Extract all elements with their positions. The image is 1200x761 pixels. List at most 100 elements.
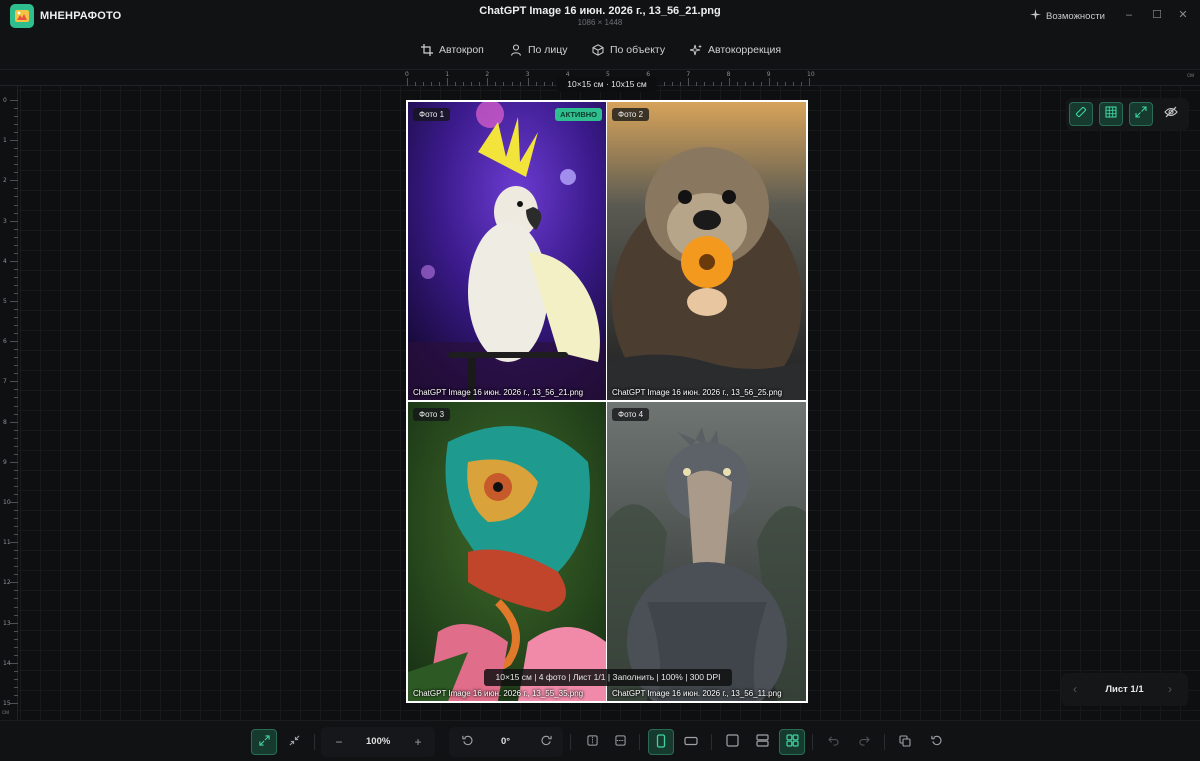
ruler-minor-tick <box>14 268 18 270</box>
redo-button[interactable] <box>851 729 877 755</box>
sparkle-icon <box>690 44 702 56</box>
features-label: Возможности <box>1046 10 1105 22</box>
zoom-level: 100% <box>366 736 391 747</box>
expand-icon <box>1135 105 1147 123</box>
ruler-tick-label: 0 <box>3 97 7 104</box>
autocorrect-button[interactable]: Автокоррекция <box>690 44 781 56</box>
ruler-minor-tick <box>14 590 18 592</box>
ruler-minor-tick <box>672 82 674 86</box>
photo-filename: ChatGPT Image 16 июн. 2026 г., 13_56_25.… <box>612 388 783 397</box>
ruler-minor-tick <box>800 82 802 86</box>
fit-toggle-button[interactable] <box>1129 102 1153 126</box>
photo-label: Фото 3 <box>413 408 451 421</box>
next-sheet-icon[interactable]: › <box>1168 682 1172 696</box>
ruler-minor-tick <box>14 405 18 407</box>
ruler-minor-tick <box>664 82 666 86</box>
ruler-minor-tick <box>519 82 521 86</box>
photo-label: Фото 1 <box>413 108 451 121</box>
rotate-right-button[interactable] <box>533 729 559 755</box>
shrink-button[interactable] <box>281 729 307 755</box>
ruler-minor-tick <box>14 534 18 536</box>
ruler-major-tick <box>809 78 810 86</box>
reset-button[interactable] <box>923 729 949 755</box>
photo-slot-2[interactable]: Фото 2 ChatGPT Image 16 июн. 2026 г., 13… <box>607 102 806 400</box>
ruler-minor-tick <box>14 276 18 278</box>
tools-bar: Автокроп По лицу По объекту Автокоррекци… <box>0 32 1200 70</box>
ruler-major-tick <box>10 381 18 383</box>
ruler-minor-tick <box>511 82 513 86</box>
ruler-tick-label: 9 <box>766 71 771 78</box>
ruler-icon <box>1075 105 1087 123</box>
ruler-minor-tick <box>14 469 18 471</box>
toolbar-divider <box>314 734 315 750</box>
photo-slot-1[interactable]: Фото 1 АКТИВНО ChatGPT Image 16 июн. 202… <box>408 102 606 400</box>
ruler-minor-tick <box>14 373 18 375</box>
ruler-minor-tick <box>704 82 706 86</box>
ruler-tick-label: 15 <box>3 700 11 707</box>
ruler-tick-label: 7 <box>3 378 7 386</box>
autocrop-label: Автокроп <box>439 44 484 56</box>
by-object-button[interactable]: По объекту <box>592 44 665 56</box>
ruler-tick-label: 2 <box>485 71 490 78</box>
ruler-major-tick <box>10 542 18 544</box>
flip-vertical-button[interactable] <box>607 729 633 755</box>
window-title: ChatGPT Image 16 июн. 2026 г., 13_56_21.… <box>479 5 721 17</box>
ruler-major-tick <box>688 78 690 86</box>
ruler-minor-tick <box>14 349 18 351</box>
ruler-tick-label: 10 <box>3 499 11 506</box>
ruler-tick-label: 1 <box>3 137 7 145</box>
person-icon <box>510 44 522 56</box>
fit-to-window-button[interactable] <box>251 729 277 755</box>
photo-slot-4[interactable]: Фото 4 ChatGPT Image 16 июн. 2026 г., 13… <box>607 402 806 701</box>
portrait-orientation-button[interactable] <box>648 729 674 755</box>
by-face-button[interactable]: По лицу <box>510 44 568 56</box>
ruler-minor-tick <box>14 437 18 439</box>
sheet-navigator: ‹ Лист 1/1 › <box>1061 673 1188 706</box>
autocrop-button[interactable]: Автокроп <box>421 44 484 56</box>
close-icon[interactable]: ✕ <box>1176 8 1190 22</box>
ruler-minor-tick <box>14 606 18 608</box>
ruler-minor-tick <box>736 82 738 86</box>
flip-horizontal-button[interactable] <box>579 729 605 755</box>
layout-four-button[interactable] <box>779 729 805 755</box>
features-button[interactable]: Возможности <box>1030 9 1105 23</box>
toolbar-divider <box>711 734 712 750</box>
toolbar-divider <box>639 734 640 750</box>
zoom-out-button[interactable]: − <box>326 729 352 755</box>
ruler-tick-label: 1 <box>445 71 450 78</box>
ruler-minor-tick <box>14 357 18 359</box>
flip-vertical-icon <box>614 735 626 749</box>
zoom-in-button[interactable]: + <box>405 729 431 755</box>
copy-icon <box>899 734 911 750</box>
ruler-major-tick <box>10 180 18 182</box>
layout-single-button[interactable] <box>719 729 745 755</box>
ruler-minor-tick <box>455 82 457 86</box>
layout-single-icon <box>725 734 739 750</box>
landscape-orientation-button[interactable] <box>678 729 704 755</box>
undo-button[interactable] <box>820 729 846 755</box>
ruler-minor-tick <box>14 670 18 672</box>
ruler-major-tick <box>10 220 18 222</box>
photo-slot-3[interactable]: Фото 3 ChatGPT Image 16 июн. 2026 г., 13… <box>408 402 606 701</box>
bottom-toolbar: − 100% + 0° <box>0 720 1200 761</box>
ruler-tick-label: 8 <box>726 71 731 78</box>
ruler-minor-tick <box>14 244 18 246</box>
ruler-minor-tick <box>712 82 714 86</box>
grid-toggle-button[interactable] <box>1099 102 1123 126</box>
toolbar-divider <box>570 734 571 750</box>
ruler-unit-label: см <box>1187 73 1195 79</box>
hide-overlay-button[interactable] <box>1159 102 1183 126</box>
ruler-minor-tick <box>14 566 18 568</box>
duplicate-button[interactable] <box>892 729 918 755</box>
minimize-icon[interactable]: – <box>1122 8 1136 22</box>
ruler-minor-tick <box>14 116 18 118</box>
ruler-toggle-button[interactable] <box>1069 102 1093 126</box>
ruler-minor-tick <box>14 558 18 560</box>
portrait-icon <box>656 733 666 751</box>
maximize-icon[interactable]: ☐ <box>1150 8 1164 22</box>
layout-two-button[interactable] <box>749 729 775 755</box>
ruler-minor-tick <box>479 82 481 86</box>
ruler-minor-tick <box>495 82 497 86</box>
ruler-minor-tick <box>14 148 18 150</box>
rotate-left-button[interactable] <box>454 729 480 755</box>
